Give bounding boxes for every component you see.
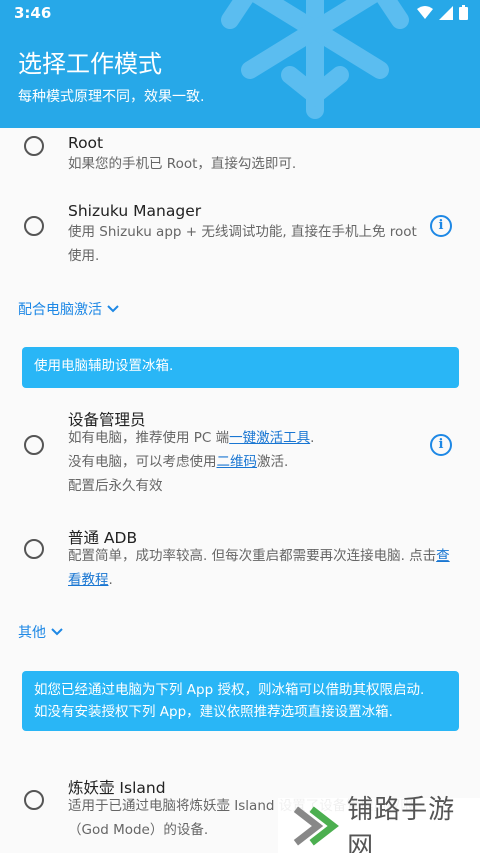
watermark: 铺路手游网 bbox=[278, 795, 480, 853]
info-icon[interactable]: i bbox=[430, 434, 452, 456]
radio-device-admin[interactable] bbox=[24, 435, 44, 455]
desc-text: 配置后永久有效 bbox=[68, 478, 163, 494]
option-desc: 使用 Shizuku app + 无线调试功能, 直接在手机上免 root 使用… bbox=[68, 224, 417, 264]
radio-root[interactable] bbox=[24, 136, 44, 156]
option-desc: 如有电脑，推荐使用 PC 端一键激活工具. 没有电脑，可以考虑使用二维码激活. … bbox=[68, 426, 418, 498]
radio-island[interactable] bbox=[24, 790, 44, 810]
desc-text: 配置简单，成功率较高. 但每次重启都需要再次连接电脑. 点击 bbox=[68, 548, 437, 564]
battery-icon bbox=[459, 5, 468, 20]
signal-icon bbox=[439, 5, 453, 20]
section-other-toggle[interactable]: 其他 bbox=[18, 622, 64, 642]
section-label: 配合电脑激活 bbox=[18, 302, 102, 318]
banner-text: 使用电脑辅助设置冰箱. bbox=[34, 358, 174, 374]
chevron-down-icon bbox=[107, 305, 119, 313]
app-header: 3:46 选择工作模式 每种模式原理不同，效果一致. bbox=[0, 0, 480, 128]
status-time: 3:46 bbox=[14, 4, 52, 22]
page-subtitle: 每种模式原理不同，效果一致. bbox=[18, 89, 205, 105]
wifi-icon bbox=[417, 5, 433, 19]
chevron-down-icon bbox=[51, 628, 63, 636]
desc-text: . bbox=[108, 572, 113, 588]
option-root[interactable]: Root 如果您的手机已 Root，直接勾选即可. bbox=[0, 128, 480, 192]
qrcode-link[interactable]: 二维码 bbox=[217, 454, 258, 470]
option-desc: 配置简单，成功率较高. 但每次重启都需要再次连接电脑. 点击查看教程. bbox=[68, 544, 463, 592]
banner-text: 如您已经通过电脑为下列 App 授权，则冰箱可以借助其权限启动. bbox=[34, 682, 425, 698]
info-banner: 如您已经通过电脑为下列 App 授权，则冰箱可以借助其权限启动. 如没有安装授权… bbox=[22, 671, 459, 731]
info-icon[interactable]: i bbox=[430, 215, 452, 237]
option-title: Shizuku Manager bbox=[68, 202, 202, 220]
banner-text: 如没有安装授权下列 App，建议依照推荐选项直接设置冰箱. bbox=[34, 704, 393, 720]
page-title: 选择工作模式 bbox=[18, 50, 162, 78]
watermark-logo-icon bbox=[293, 806, 339, 845]
radio-adb[interactable] bbox=[24, 539, 44, 559]
desc-text: 没有电脑，可以考虑使用 bbox=[68, 454, 217, 470]
watermark-text: 铺路手游网 bbox=[347, 794, 456, 853]
radio-shizuku[interactable] bbox=[24, 216, 44, 236]
section-pc-activation-toggle[interactable]: 配合电脑激活 bbox=[18, 299, 120, 319]
option-shizuku[interactable]: Shizuku Manager 使用 Shizuku app + 无线调试功能,… bbox=[0, 196, 480, 276]
desc-text: 激活. bbox=[257, 454, 289, 470]
desc-text: . bbox=[310, 430, 315, 446]
option-device-admin[interactable]: 设备管理员 如有电脑，推荐使用 PC 端一键激活工具. 没有电脑，可以考虑使用二… bbox=[0, 402, 480, 502]
status-bar: 3:46 bbox=[0, 0, 480, 26]
option-desc: 如果您的手机已 Root，直接勾选即可. bbox=[68, 156, 297, 172]
section-label: 其他 bbox=[18, 625, 46, 641]
option-adb[interactable]: 普通 ADB 配置简单，成功率较高. 但每次重启都需要再次连接电脑. 点击查看教… bbox=[0, 520, 480, 596]
option-title: Root bbox=[68, 134, 104, 152]
activation-tool-link[interactable]: 一键激活工具 bbox=[229, 430, 310, 446]
desc-text: 如有电脑，推荐使用 PC 端 bbox=[68, 430, 230, 446]
info-banner: 使用电脑辅助设置冰箱. bbox=[22, 347, 459, 388]
